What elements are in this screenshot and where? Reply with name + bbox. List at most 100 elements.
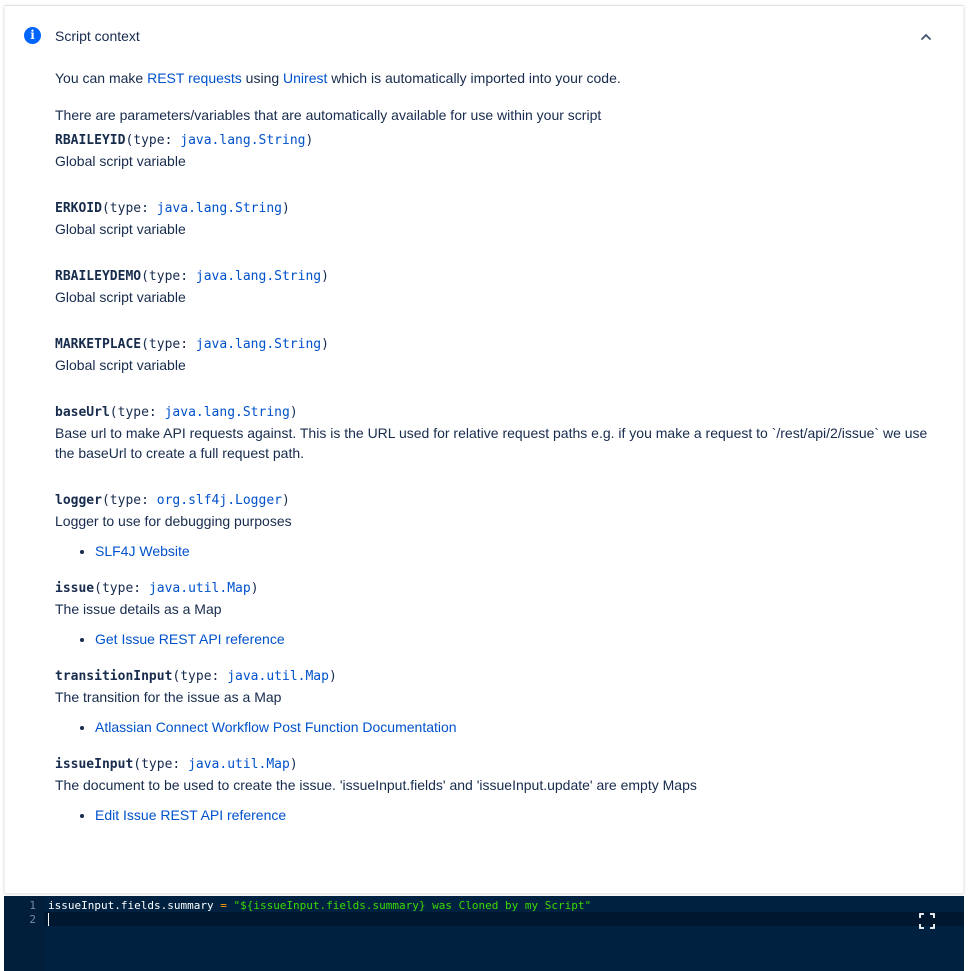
variable-erkoid: ERKOID(type: java.lang.String) Global sc…	[55, 197, 945, 239]
chevron-up-icon[interactable]	[919, 30, 933, 44]
type-suffix: )	[289, 405, 298, 420]
variable-signature: issue(type: java.util.Map)	[55, 577, 945, 599]
variable-name: baseUrl	[55, 405, 110, 420]
variable-baseurl: baseUrl(type: java.lang.String) Base url…	[55, 401, 945, 463]
connect-workflow-docs-link[interactable]: Atlassian Connect Workflow Post Function…	[95, 719, 457, 735]
reference-list: Get Issue REST API reference	[55, 629, 945, 649]
reference-list: Atlassian Connect Workflow Post Function…	[55, 717, 945, 737]
line-number: 2	[29, 913, 36, 926]
variable-description: The document to be used to create the is…	[55, 777, 697, 793]
variable-signature: logger(type: org.slf4j.Logger)	[55, 489, 945, 511]
type-suffix: )	[282, 493, 290, 508]
variable-logger: logger(type: org.slf4j.Logger) Logger to…	[55, 489, 945, 561]
code-identifier: issueInput.fields.summary	[48, 899, 214, 912]
variable-type: java.util.Map	[188, 757, 290, 772]
code-editor[interactable]: 1 2 issueInput.fields.summary = "${issue…	[4, 896, 964, 971]
active-line-highlight	[44, 912, 964, 926]
list-item: SLF4J Website	[95, 541, 945, 561]
type-prefix: (type:	[172, 669, 228, 684]
variable-name: issue	[55, 581, 95, 596]
variable-rbaileydemo: RBAILEYDEMO(type: java.lang.String) Glob…	[55, 265, 945, 307]
variable-issueinput: issueInput(type: java.util.Map) The docu…	[55, 753, 945, 825]
type-suffix: )	[282, 201, 290, 216]
type-prefix: (type:	[133, 757, 189, 772]
variable-issue: issue(type: java.util.Map) The issue det…	[55, 577, 945, 649]
variable-signature: ERKOID(type: java.lang.String)	[55, 197, 945, 219]
type-suffix: )	[250, 581, 259, 596]
script-context-panel: i Script context You can make REST reque…	[4, 5, 964, 893]
variable-name: MARKETPLACE	[55, 337, 142, 352]
type-prefix: (type:	[101, 201, 157, 216]
list-item: Edit Issue REST API reference	[95, 805, 945, 825]
type-prefix: (type:	[125, 133, 181, 148]
code-operator: =	[213, 899, 234, 912]
variable-marketplace: MARKETPLACE(type: java.lang.String) Glob…	[55, 333, 945, 375]
variable-type: java.util.Map	[227, 669, 329, 684]
variable-signature: transitionInput(type: java.util.Map)	[55, 665, 945, 687]
variable-description: Global script variable	[55, 357, 186, 373]
variable-signature: RBAILEYID(type: java.lang.String)	[55, 129, 945, 151]
code-string: "${issueInput.fields.summary} was Cloned…	[233, 899, 592, 912]
type-prefix: (type:	[141, 337, 196, 352]
variable-type: java.lang.String	[164, 405, 290, 420]
panel-content: You can make REST requests using Unirest…	[55, 68, 945, 825]
reference-list: SLF4J Website	[55, 541, 945, 561]
slf4j-website-link[interactable]: SLF4J Website	[95, 543, 190, 559]
variable-type: java.lang.String	[180, 133, 306, 148]
variable-name: RBAILEYDEMO	[55, 269, 142, 284]
fullscreen-icon[interactable]	[919, 913, 935, 929]
get-issue-api-link[interactable]: Get Issue REST API reference	[95, 631, 285, 647]
panel-title: Script context	[55, 28, 140, 44]
type-prefix: (type:	[94, 581, 149, 596]
variable-name: issueInput	[55, 757, 134, 772]
type-suffix: )	[328, 669, 337, 684]
type-suffix: )	[321, 269, 329, 284]
type-prefix: (type:	[141, 269, 196, 284]
info-icon: i	[24, 27, 41, 44]
intro-suffix: which is automatically imported into you…	[327, 70, 621, 86]
variable-type: java.lang.String	[156, 201, 282, 216]
list-item: Atlassian Connect Workflow Post Function…	[95, 717, 945, 737]
variable-name: RBAILEYID	[55, 133, 126, 148]
variable-type: java.lang.String	[195, 269, 322, 284]
variable-signature: RBAILEYDEMO(type: java.lang.String)	[55, 265, 945, 287]
line-number: 1	[29, 899, 36, 912]
variable-signature: baseUrl(type: java.lang.String)	[55, 401, 945, 423]
variable-rbaileyid: RBAILEYID(type: java.lang.String) Global…	[55, 129, 945, 171]
code-line-1[interactable]: issueInput.fields.summary = "${issueInpu…	[48, 899, 591, 912]
variable-description: Base url to make API requests against. T…	[55, 425, 928, 461]
editor-gutter: 1 2	[4, 896, 44, 971]
type-prefix: (type:	[109, 405, 165, 420]
type-suffix: )	[289, 757, 298, 772]
variable-name: ERKOID	[55, 201, 102, 216]
type-suffix: )	[305, 133, 314, 148]
code-line-2[interactable]	[48, 913, 49, 927]
variable-name: logger	[55, 493, 102, 508]
variable-type: org.slf4j.Logger	[156, 493, 282, 508]
type-prefix: (type:	[101, 493, 157, 508]
variable-description: Logger to use for debugging purposes	[55, 513, 292, 529]
variable-type: java.lang.String	[195, 337, 322, 352]
variable-transitioninput: transitionInput(type: java.util.Map) The…	[55, 665, 945, 737]
params-intro: There are parameters/variables that are …	[55, 107, 602, 123]
intro-prefix: You can make	[55, 70, 148, 86]
variable-signature: issueInput(type: java.util.Map)	[55, 753, 945, 775]
unirest-link[interactable]: Unirest	[283, 70, 327, 86]
type-suffix: )	[321, 337, 329, 352]
reference-list: Edit Issue REST API reference	[55, 805, 945, 825]
list-item: Get Issue REST API reference	[95, 629, 945, 649]
panel-header[interactable]: i Script context	[5, 6, 963, 66]
variable-description: The transition for the issue as a Map	[55, 689, 282, 705]
variable-description: Global script variable	[55, 289, 186, 305]
intro-text: You can make REST requests using Unirest…	[55, 68, 945, 88]
intro-middle: using	[241, 70, 284, 86]
variable-name: transitionInput	[55, 669, 173, 684]
rest-requests-link[interactable]: REST requests	[147, 70, 242, 86]
text-cursor	[48, 913, 49, 926]
variable-signature: MARKETPLACE(type: java.lang.String)	[55, 333, 945, 355]
variable-description: Global script variable	[55, 153, 186, 169]
edit-issue-api-link[interactable]: Edit Issue REST API reference	[95, 807, 286, 823]
variable-type: java.util.Map	[148, 581, 251, 596]
variable-description: Global script variable	[55, 221, 186, 237]
variable-description: The issue details as a Map	[55, 601, 222, 617]
